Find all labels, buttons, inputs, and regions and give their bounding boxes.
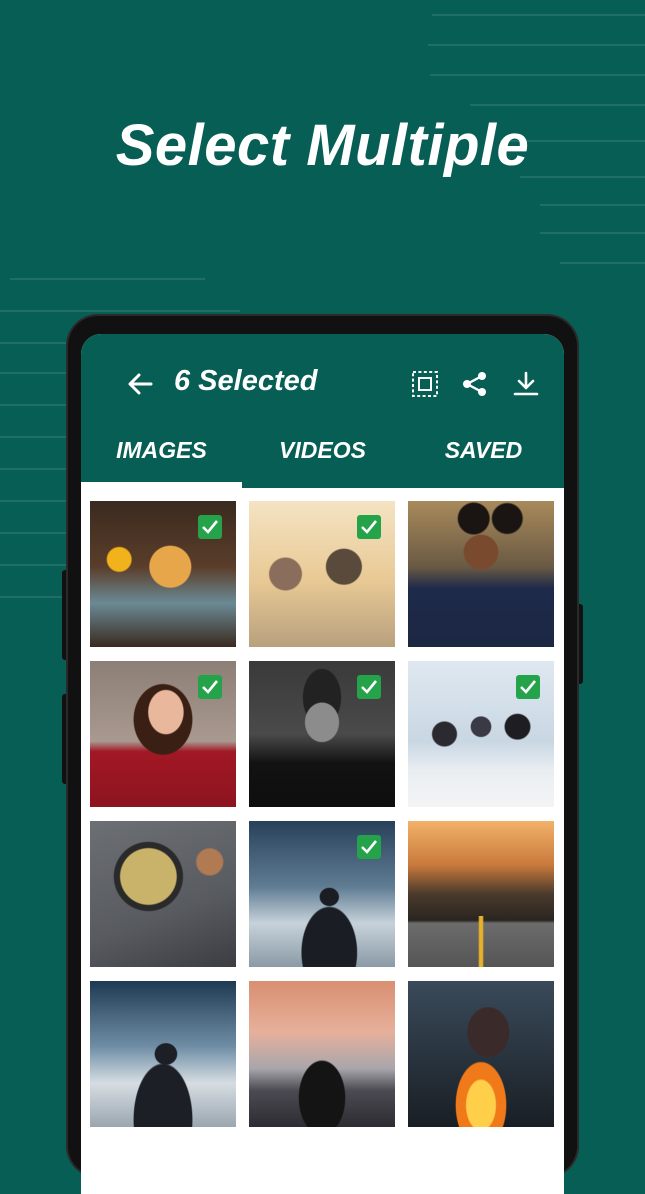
app-toolbar: 6 Selected IMAGES VIDEOS SAVED bbox=[81, 334, 564, 488]
check-icon bbox=[357, 515, 381, 539]
tab-videos[interactable]: VIDEOS bbox=[242, 430, 403, 488]
gallery-item[interactable] bbox=[249, 981, 395, 1127]
check-icon bbox=[516, 675, 540, 699]
photo-thumbnail bbox=[408, 981, 554, 1127]
selection-count-title: 6 Selected bbox=[174, 365, 318, 397]
photo-thumbnail bbox=[408, 501, 554, 647]
gallery-item[interactable] bbox=[90, 821, 236, 967]
back-arrow-icon[interactable] bbox=[125, 369, 155, 399]
check-icon bbox=[357, 835, 381, 859]
gallery-item[interactable] bbox=[249, 661, 395, 807]
select-all-icon[interactable] bbox=[411, 370, 439, 398]
gallery-item[interactable] bbox=[249, 821, 395, 967]
gallery-item[interactable] bbox=[90, 501, 236, 647]
tab-images[interactable]: IMAGES bbox=[81, 430, 242, 488]
gallery-item[interactable] bbox=[408, 981, 554, 1127]
headline: Select Multiple bbox=[115, 113, 530, 178]
photo-thumbnail bbox=[90, 821, 236, 967]
phone-frame: 6 Selected IMAGES VIDEOS SAVED bbox=[68, 316, 577, 1194]
image-grid bbox=[90, 501, 555, 1127]
gallery-item[interactable] bbox=[408, 821, 554, 967]
gallery-item[interactable] bbox=[249, 501, 395, 647]
download-icon[interactable] bbox=[512, 370, 540, 398]
gallery-item[interactable] bbox=[90, 661, 236, 807]
gallery-item[interactable] bbox=[408, 501, 554, 647]
photo-thumbnail bbox=[90, 981, 236, 1127]
gallery-item[interactable] bbox=[90, 981, 236, 1127]
gallery-item[interactable] bbox=[408, 661, 554, 807]
photo-thumbnail bbox=[408, 821, 554, 967]
check-icon bbox=[198, 515, 222, 539]
check-icon bbox=[357, 675, 381, 699]
photo-thumbnail bbox=[249, 981, 395, 1127]
tab-saved[interactable]: SAVED bbox=[403, 430, 564, 488]
tab-bar: IMAGES VIDEOS SAVED bbox=[81, 430, 564, 488]
share-icon[interactable] bbox=[461, 370, 489, 398]
check-icon bbox=[198, 675, 222, 699]
phone-screen: 6 Selected IMAGES VIDEOS SAVED bbox=[81, 334, 564, 1194]
